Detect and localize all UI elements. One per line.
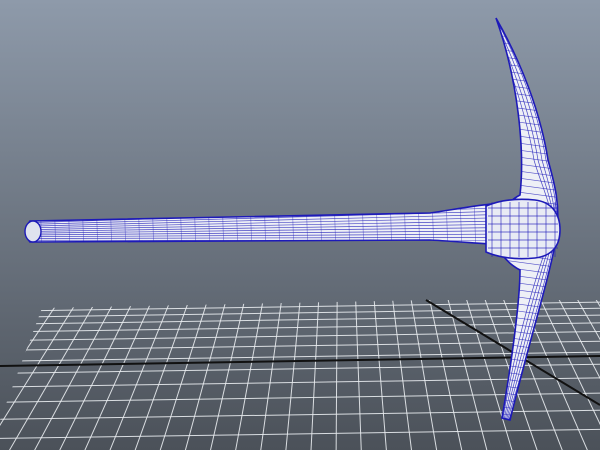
handle-end-cap [24, 220, 42, 243]
3d-viewport[interactable] [0, 0, 600, 450]
viewport-canvas[interactable] [0, 0, 600, 450]
